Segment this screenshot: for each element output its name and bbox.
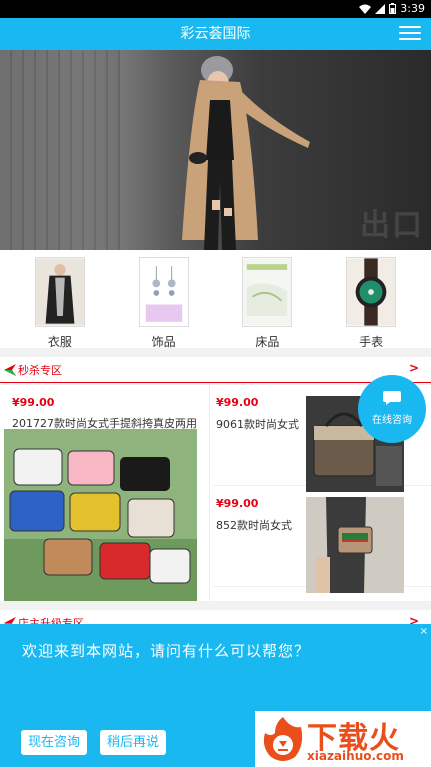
page-title: 彩云荟国际	[180, 26, 251, 42]
status-icons: 3:39	[359, 2, 425, 15]
hero-banner[interactable]: 出口	[0, 50, 431, 250]
close-icon[interactable]: ×	[420, 626, 428, 637]
welcome-message: 欢迎来到本网站，请问有什么可以帮您？	[22, 642, 311, 660]
app-header: 彩云荟国际	[0, 18, 431, 50]
flame-logo-icon	[263, 717, 303, 761]
product-name: 9061款时尚女式	[216, 418, 299, 431]
product-name: 852款时尚女式	[216, 519, 292, 532]
product-image	[4, 429, 197, 601]
product-price: ¥99.00	[216, 396, 259, 409]
wifi-icon	[359, 4, 372, 14]
battery-icon	[389, 3, 397, 14]
category-bar: 衣服 饰品 床品 手表	[0, 250, 431, 349]
category-watches-thumb	[346, 257, 397, 327]
chat-icon	[383, 391, 401, 405]
watermark-domain: xiazaihuo.com	[307, 749, 404, 763]
category-label: 手表	[359, 335, 384, 349]
category-label: 床品	[255, 335, 280, 349]
category-label: 饰品	[151, 335, 176, 349]
flag-icon	[4, 364, 16, 376]
signal-icon	[375, 3, 386, 14]
category-bedding-thumb	[242, 257, 293, 327]
category-accessories-thumb	[138, 257, 189, 327]
category-watches[interactable]: 手表	[341, 257, 401, 349]
product-card[interactable]: ¥99.00 201727款时尚女式手提斜挎真皮两用	[0, 385, 210, 601]
product-card[interactable]: ¥99.00 852款时尚女式	[213, 486, 431, 593]
product-image	[306, 497, 404, 593]
category-clothes[interactable]: 衣服	[30, 257, 90, 349]
hamburger-menu-icon[interactable]	[399, 26, 421, 42]
watermark-logo: 下载火 xiazaihuo.com	[255, 711, 431, 767]
product-price: ¥99.00	[12, 396, 55, 409]
clock: 3:39	[400, 2, 425, 15]
banner-sign-text: 出口	[360, 208, 424, 243]
section-title: 秒杀专区	[18, 364, 62, 377]
category-clothes-thumb	[34, 257, 85, 327]
online-consult-button[interactable]: 在线咨询	[358, 375, 426, 443]
banner-wall-texture	[0, 50, 120, 250]
category-label: 衣服	[47, 335, 72, 349]
product-price: ¥99.00	[216, 497, 259, 510]
model-photo	[182, 56, 310, 250]
category-bedding[interactable]: 床品	[237, 257, 297, 349]
consult-now-button[interactable]: 现在咨询	[21, 730, 88, 755]
later-button[interactable]: 稍后再说	[100, 730, 167, 755]
category-accessories[interactable]: 饰品	[134, 257, 194, 349]
status-bar: 3:39	[0, 0, 431, 18]
section-more-arrow[interactable]: >	[409, 361, 419, 375]
consult-label: 在线咨询	[372, 415, 412, 426]
